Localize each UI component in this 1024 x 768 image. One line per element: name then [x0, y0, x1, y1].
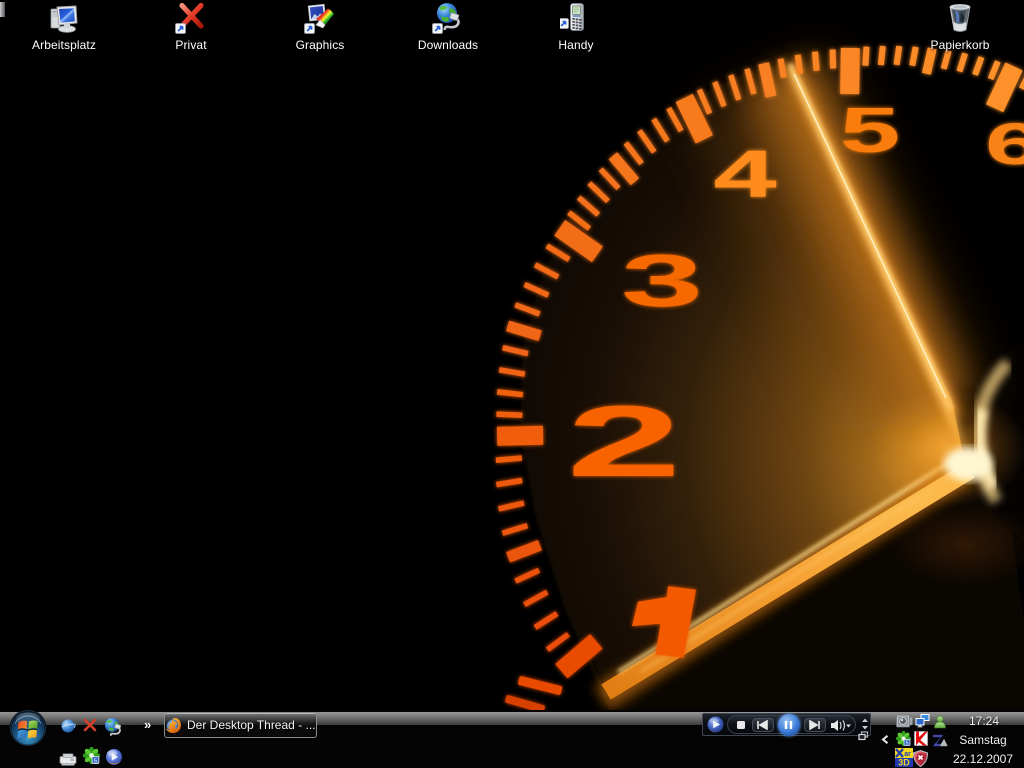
svg-text:4: 4 [713, 136, 776, 211]
svg-text:3: 3 [621, 239, 703, 322]
svg-text:5: 5 [94, 759, 97, 764]
svg-text:5: 5 [840, 94, 901, 166]
svg-text:5: 5 [906, 741, 909, 746]
svg-text:3D: 3D [898, 758, 910, 768]
svg-text:2: 2 [566, 385, 681, 498]
svg-text:6: 6 [985, 112, 1024, 177]
